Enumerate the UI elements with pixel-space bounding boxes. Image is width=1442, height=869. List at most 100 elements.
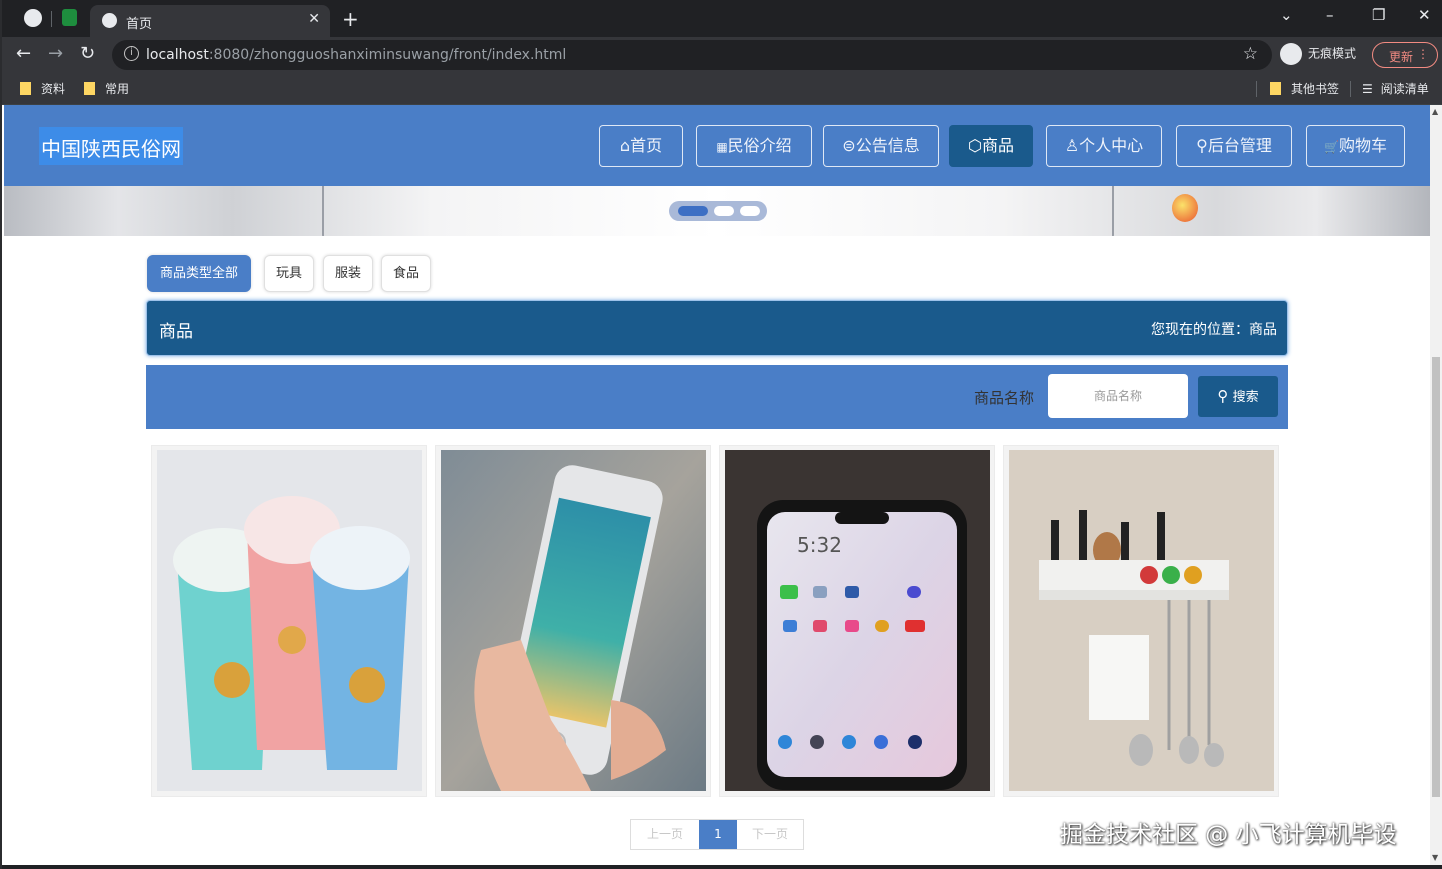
folder-icon	[20, 82, 31, 95]
carousel-dot-1[interactable]	[678, 206, 708, 216]
section-titlebar: 商品 您现在的位置：商品	[146, 300, 1288, 356]
carousel-banner[interactable]	[4, 186, 1430, 236]
nav-products[interactable]: ⬡商品	[949, 125, 1033, 167]
product-image-cups[interactable]	[157, 450, 422, 791]
tab-search-icon[interactable]: ⌄	[1280, 6, 1293, 24]
next-page-button[interactable]: 下一页	[737, 820, 803, 849]
tab-home[interactable]: 首页 ✕	[90, 5, 330, 37]
scroll-up-arrow-icon[interactable]: ▲	[1432, 107, 1438, 116]
grid-icon: ▦	[716, 140, 728, 154]
update-button[interactable]: 更新 ⋮	[1372, 42, 1438, 68]
search-button-label: 搜索	[1232, 390, 1259, 405]
carousel-dot-3[interactable]	[740, 206, 760, 216]
banner-fruit-decoration	[1172, 194, 1198, 222]
other-bookmarks[interactable]: 其他书签	[1270, 80, 1339, 97]
carousel-dot-2[interactable]	[714, 206, 734, 216]
bookmark-label: 资料	[41, 82, 66, 96]
window-bottom-edge	[2, 865, 1442, 869]
nav-home[interactable]: ⌂首页	[599, 125, 683, 167]
cart-icon: 🛒	[1324, 140, 1339, 154]
folder-icon	[84, 82, 95, 95]
bookmarks-divider	[1350, 81, 1351, 97]
nav-label: 后台管理	[1207, 136, 1272, 155]
close-window-button[interactable]: ✕	[1418, 6, 1431, 24]
nav-admin[interactable]: ⚲后台管理	[1176, 125, 1292, 167]
nav-announcements[interactable]: ⊜公告信息	[823, 125, 939, 167]
new-tab-button[interactable]: +	[342, 7, 359, 31]
url-text: localhost:8080/zhongguoshanximinsuwang/f…	[146, 47, 566, 63]
pinned-tab-sheets-icon[interactable]	[62, 9, 77, 26]
search-icon: ⚲	[1217, 387, 1229, 405]
folder-icon	[1270, 82, 1281, 95]
search-button[interactable]: ⚲ 搜索	[1198, 376, 1278, 417]
pagination: 上一页 1 下一页	[630, 819, 804, 850]
category-clothing[interactable]: 服装	[323, 255, 373, 292]
nav-label: 民俗介绍	[727, 136, 792, 155]
scrollbar-thumb[interactable]	[1432, 357, 1440, 797]
search-bar: 商品名称 ⚲ 搜索	[146, 365, 1288, 429]
nav-cart[interactable]: 🛒购物车	[1306, 125, 1405, 167]
address-bar[interactable]: i localhost:8080/zhongguoshanximinsuwang…	[112, 40, 1272, 70]
product-image-kitchen-rack[interactable]	[1009, 450, 1274, 791]
category-food[interactable]: 食品	[381, 255, 431, 292]
svg-text:5:32: 5:32	[797, 533, 842, 557]
site-info-icon[interactable]: i	[124, 46, 139, 61]
breadcrumb: 您现在的位置：商品	[1151, 322, 1277, 338]
link-icon: ⚲	[1196, 136, 1208, 155]
nav-label: 个人中心	[1079, 136, 1144, 155]
bookmark-label: 其他书签	[1291, 82, 1340, 96]
url-host: localhost	[146, 47, 209, 63]
minimize-button[interactable]: –	[1326, 6, 1334, 24]
bookmark-star-icon[interactable]: ☆	[1243, 44, 1258, 64]
bookmarks-bar: 资料 常用 其他书签 ☰ 阅读清单	[2, 73, 1442, 105]
section-title: 商品	[159, 322, 193, 342]
product-card[interactable]	[1003, 445, 1279, 797]
search-label: 商品名称	[974, 389, 1035, 407]
watermark: 掘金技术社区 @ 小飞计算机毕设	[1060, 822, 1397, 848]
page-scrollbar[interactable]: ▲ ▼	[1430, 105, 1442, 865]
bookmark-folder-changyong[interactable]: 常用	[84, 80, 129, 97]
product-image-phone-screen[interactable]: 5:32	[725, 450, 990, 791]
product-card[interactable]	[151, 445, 427, 797]
nav-label: 商品	[981, 136, 1014, 155]
browser-window: 首页 ✕ + ⌄ – ❐ ✕ ← → ↻ i localhost:8080/zh…	[0, 0, 1442, 869]
banner-decoration	[1112, 186, 1122, 236]
banner-decoration	[314, 186, 324, 236]
product-card[interactable]: 5:32	[719, 445, 995, 797]
bookmark-folder-ziliao[interactable]: 资料	[20, 80, 65, 97]
reload-button[interactable]: ↻	[80, 43, 95, 64]
update-label: 更新	[1389, 50, 1414, 64]
box-icon: ⬡	[968, 136, 982, 155]
menu-kebab-icon[interactable]: ⋮	[1417, 47, 1429, 61]
url-path: :8080/zhongguoshanximinsuwang/front/inde…	[208, 47, 567, 63]
product-image-phone-hand[interactable]	[441, 450, 706, 791]
nav-label: 公告信息	[855, 136, 920, 155]
restore-button[interactable]: ❐	[1372, 6, 1385, 24]
tab-strip: 首页 ✕ + ⌄ – ❐ ✕	[2, 0, 1442, 37]
tab-title: 首页	[126, 17, 153, 32]
user-icon: ♙	[1064, 136, 1080, 155]
reading-list[interactable]: ☰ 阅读清单	[1362, 80, 1429, 97]
site-logo[interactable]: 中国陕西民俗网	[39, 127, 183, 165]
incognito-indicator[interactable]: 无痕模式	[1280, 43, 1356, 65]
bookmark-label: 常用	[105, 82, 130, 96]
reading-list-icon: ☰	[1362, 82, 1373, 96]
prev-page-button[interactable]: 上一页	[631, 820, 699, 849]
tab-divider	[51, 11, 52, 27]
nav-personal-center[interactable]: ♙个人中心	[1046, 125, 1162, 167]
back-button[interactable]: ←	[16, 43, 31, 64]
product-name-input[interactable]	[1048, 374, 1188, 418]
pinned-tab-browser-icon[interactable]	[24, 9, 42, 27]
nav-folk-intro[interactable]: ▦民俗介绍	[696, 125, 812, 167]
page-1-button[interactable]: 1	[699, 820, 737, 849]
forward-button[interactable]: →	[48, 43, 63, 64]
tab-close-icon[interactable]: ✕	[308, 11, 320, 27]
category-all[interactable]: 商品类型全部	[147, 255, 251, 292]
category-toys[interactable]: 玩具	[264, 255, 314, 292]
product-card[interactable]	[435, 445, 711, 797]
notice-icon: ⊜	[842, 136, 856, 155]
scroll-down-arrow-icon[interactable]: ▼	[1432, 853, 1438, 862]
bookmark-label: 阅读清单	[1380, 82, 1429, 96]
incognito-label: 无痕模式	[1308, 46, 1357, 61]
incognito-icon	[1280, 43, 1302, 65]
